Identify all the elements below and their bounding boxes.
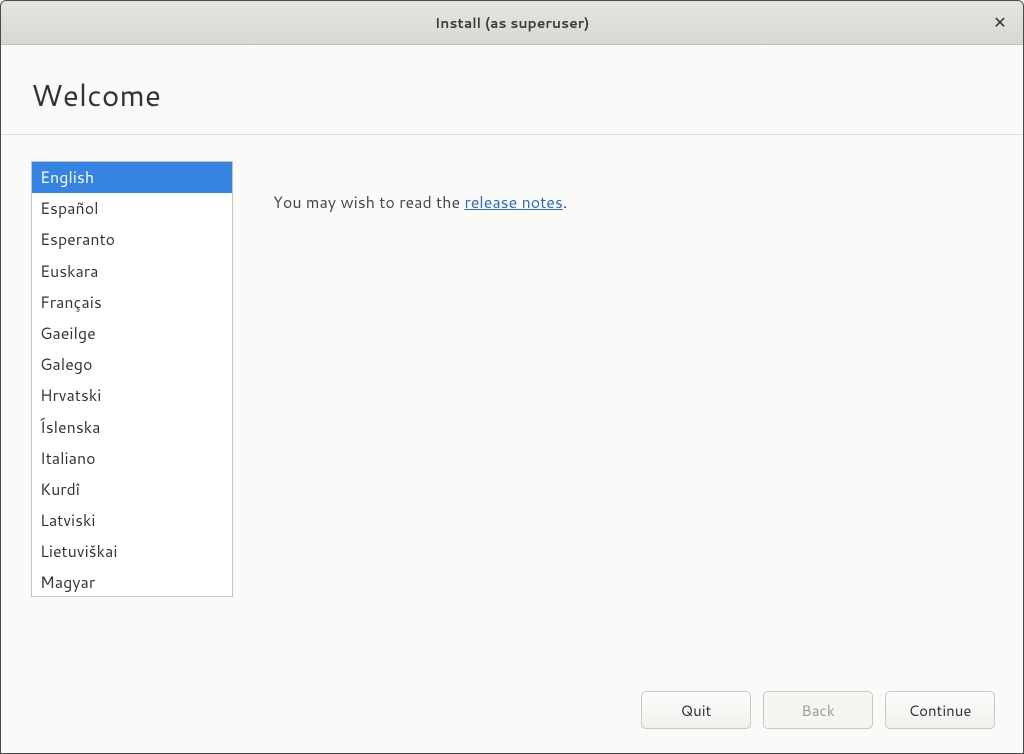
language-item[interactable]: English <box>32 162 232 193</box>
language-item[interactable]: Italiano <box>32 443 232 474</box>
main-area: EnglishEspañolEsperantoEuskaraFrançaisGa… <box>1 135 1023 675</box>
header-area: Welcome <box>1 45 1023 134</box>
titlebar: Install (as superuser) ✕ <box>1 1 1023 45</box>
info-suffix: . <box>563 191 567 214</box>
language-item[interactable]: Galego <box>32 349 232 380</box>
language-item[interactable]: Gaeilge <box>32 318 232 349</box>
language-item[interactable]: Français <box>32 287 232 318</box>
release-notes-text: You may wish to read the release notes. <box>273 161 567 675</box>
back-button[interactable]: Back <box>763 691 873 729</box>
continue-button[interactable]: Continue <box>885 691 995 729</box>
language-item[interactable]: Magyar <box>32 567 232 597</box>
close-icon[interactable]: ✕ <box>991 14 1009 32</box>
language-item[interactable]: Esperanto <box>32 224 232 255</box>
page-title: Welcome <box>31 73 993 116</box>
window-title: Install (as superuser) <box>435 13 590 33</box>
release-notes-link[interactable]: release notes <box>464 191 562 214</box>
language-item[interactable]: Íslenska <box>32 412 232 443</box>
language-item[interactable]: Latviski <box>32 505 232 536</box>
content-area: Welcome EnglishEspañolEsperantoEuskaraFr… <box>1 45 1023 753</box>
language-item[interactable]: Hrvatski <box>32 380 232 411</box>
info-prefix: You may wish to read the <box>273 191 464 214</box>
language-listbox[interactable]: EnglishEspañolEsperantoEuskaraFrançaisGa… <box>31 161 233 597</box>
language-item[interactable]: Euskara <box>32 256 232 287</box>
language-item[interactable]: Español <box>32 193 232 224</box>
quit-button[interactable]: Quit <box>641 691 751 729</box>
language-item[interactable]: Lietuviškai <box>32 536 232 567</box>
footer-buttons: Quit Back Continue <box>1 675 1023 753</box>
installer-window: Install (as superuser) ✕ Welcome English… <box>0 0 1024 754</box>
language-item[interactable]: Kurdî <box>32 474 232 505</box>
